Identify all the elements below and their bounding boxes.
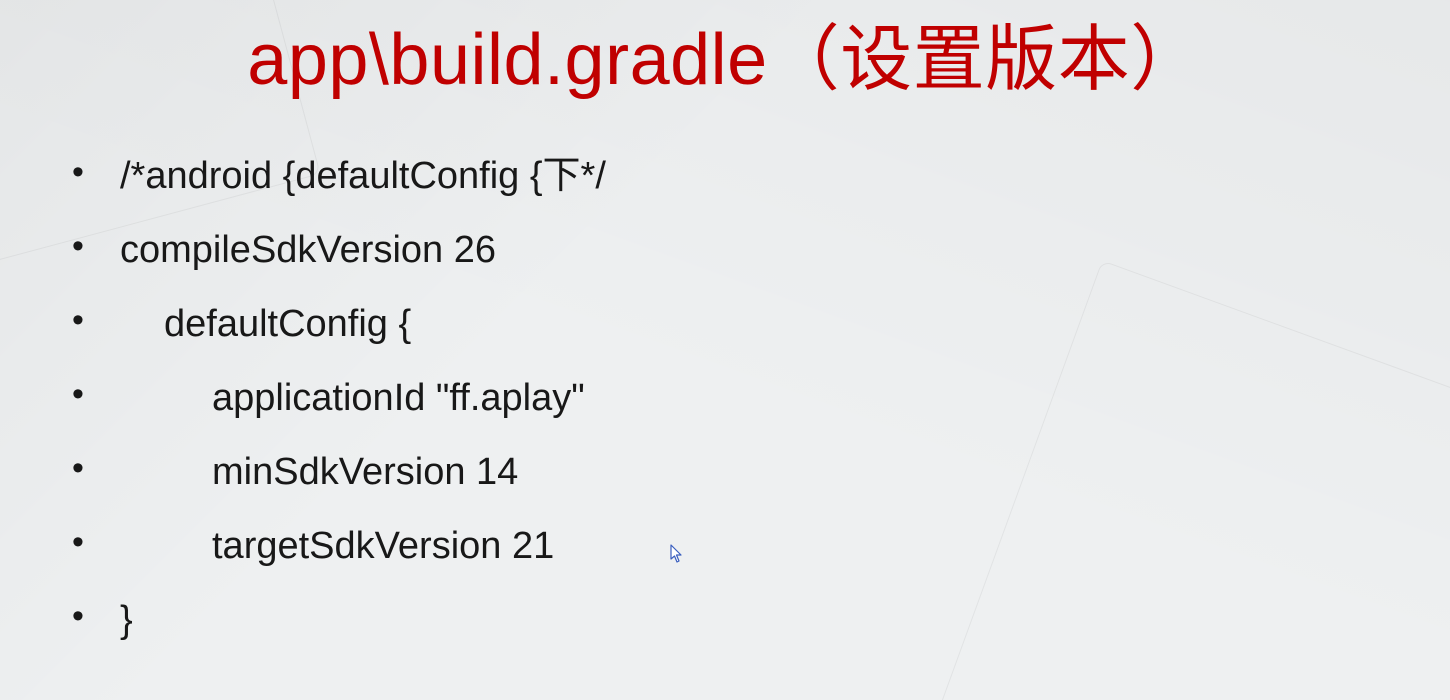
slide-title: app\build.gradle（设置版本） <box>40 0 1410 111</box>
bullet-text: targetSdkVersion 21 <box>212 525 554 567</box>
bullet-text: } <box>120 599 133 641</box>
list-item: minSdkVersion 14 <box>58 435 1410 509</box>
bullet-text: /*android {defaultConfig {下*/ <box>120 155 606 197</box>
bullet-text: compileSdkVersion 26 <box>120 229 496 271</box>
bullet-text: defaultConfig { <box>164 303 411 345</box>
list-item: } <box>58 583 1410 657</box>
bullet-text: minSdkVersion 14 <box>212 451 518 493</box>
list-item: /*android {defaultConfig {下*/ <box>58 139 1410 213</box>
bullet-list: /*android {defaultConfig {下*/ compileSdk… <box>40 139 1410 658</box>
bullet-text: applicationId "ff.aplay" <box>212 377 585 419</box>
list-item: applicationId "ff.aplay" <box>58 361 1410 435</box>
list-item: targetSdkVersion 21 <box>58 509 1410 583</box>
list-item: defaultConfig { <box>58 287 1410 361</box>
slide: app\build.gradle（设置版本） /*android {defaul… <box>0 0 1450 700</box>
list-item: compileSdkVersion 26 <box>58 213 1410 287</box>
